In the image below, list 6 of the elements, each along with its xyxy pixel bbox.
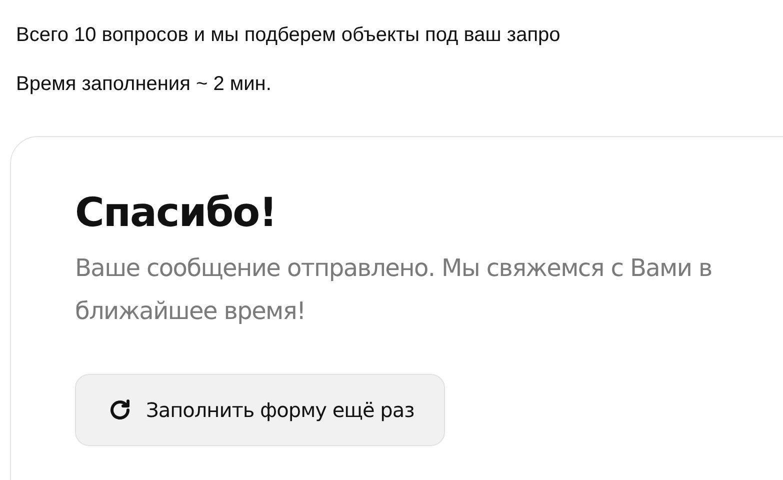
intro-text: Всего 10 вопросов и мы подберем объекты под ваш запро [16, 23, 562, 48]
refresh-icon [108, 398, 132, 422]
refill-form-button[interactable]: Заполнить форму ещё раз [75, 374, 446, 446]
card-title: Спасибо! [75, 189, 278, 237]
intro-text: Время заполнения ~ 2 мин. [16, 72, 272, 97]
confirmation-message: Ваше сообщение отправлено. Мы свяжемся с Вами в ближайшее время! [75, 253, 713, 327]
